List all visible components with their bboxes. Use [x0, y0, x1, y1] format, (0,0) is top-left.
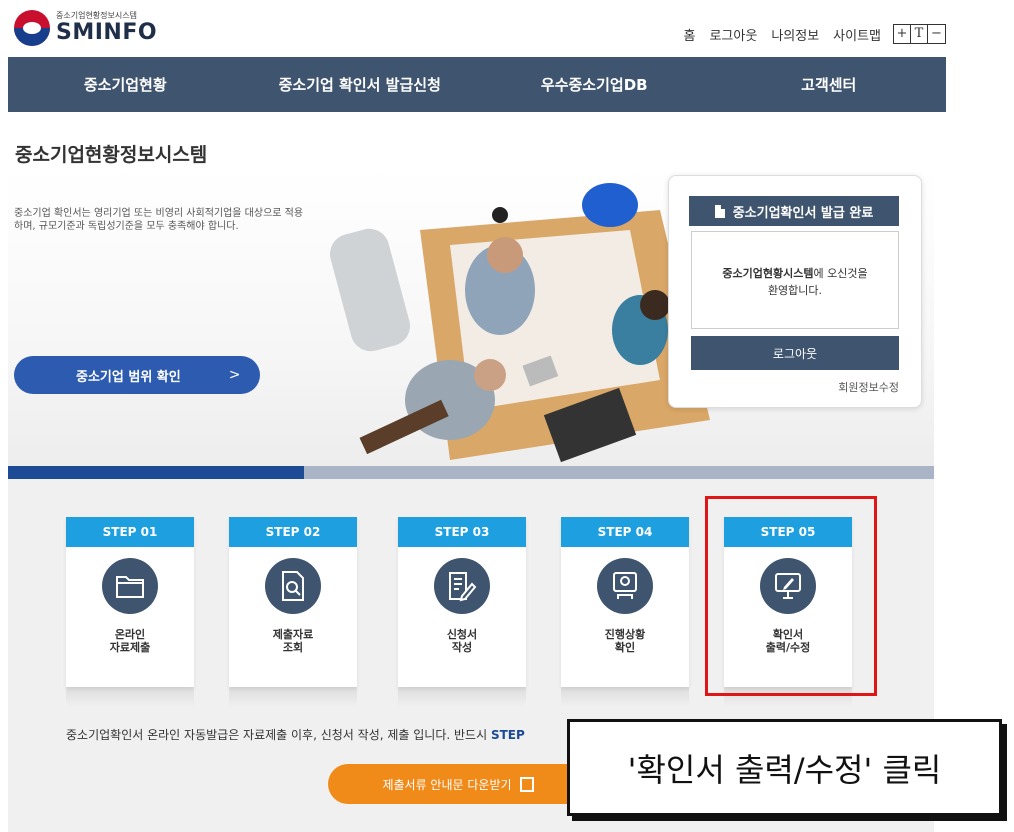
- step-03-label: 신청서 작성: [446, 628, 478, 654]
- nav-excellent-sme-db[interactable]: 우수중소기업DB: [477, 57, 712, 112]
- my-info-link[interactable]: 나의정보: [771, 25, 819, 44]
- font-increase-button[interactable]: +: [894, 25, 911, 43]
- logout-link[interactable]: 로그아웃: [709, 25, 757, 44]
- process-notice-text: 중소기업확인서 온라인 자동발급은 자료제출 이후, 신청서 작성, 제출 입니…: [66, 728, 491, 742]
- step-03-badge: STEP 03: [398, 517, 526, 547]
- login-status-box: 중소기업확인서 발급 완료 중소기업현황시스템에 오신것을 환영합니다. 로그아…: [668, 175, 922, 408]
- step-03-card[interactable]: STEP 03 신청서 작성: [398, 517, 526, 687]
- instruction-callout: '확인서 출력/수정' 클릭: [567, 719, 1002, 816]
- range-button-label: 중소기업 범위 확인: [76, 369, 181, 385]
- download-guide-label: 제출서류 안내문 다운받기: [382, 777, 512, 792]
- utility-links: 홈 로그아웃 나의정보 사이트맵 + T −: [670, 24, 946, 44]
- certificate-issued-header: 중소기업확인서 발급 완료: [689, 196, 899, 226]
- step-04-card[interactable]: STEP 04 진행상황 확인: [561, 517, 689, 687]
- nav-sme-status[interactable]: 중소기업현황: [8, 57, 243, 112]
- nav-customer-center[interactable]: 고객센터: [712, 57, 947, 112]
- font-reset-button[interactable]: T: [911, 25, 928, 43]
- font-size-controls: + T −: [893, 24, 946, 44]
- step-01-card[interactable]: STEP 01 온라인 자료제출: [66, 517, 194, 687]
- welcome-system-name: 중소기업현황시스템: [722, 267, 814, 280]
- logo-title: SMINFO: [56, 20, 158, 45]
- hero-progress-fill: [8, 466, 305, 479]
- step-02-label: 제출자료 조회: [272, 628, 314, 654]
- sme-range-check-button[interactable]: 중소기업 범위 확인 >: [14, 356, 260, 394]
- step-02-card[interactable]: STEP 02 제출자료 조회: [229, 517, 357, 687]
- chevron-right-icon: >: [228, 367, 241, 383]
- taegeuk-logo-icon: [14, 10, 50, 46]
- logout-button[interactable]: 로그아웃: [691, 336, 899, 370]
- sitemap-link[interactable]: 사이트맵: [833, 25, 881, 44]
- top-header: 중소기업현황정보시스템 SMINFO 홈 로그아웃 나의정보 사이트맵 + T …: [0, 0, 946, 57]
- document-edit-icon: [434, 558, 490, 614]
- document-icon: [714, 204, 725, 218]
- document-search-icon: [265, 558, 321, 614]
- process-notice: 중소기업확인서 온라인 자동발급은 자료제출 이후, 신청서 작성, 제출 입니…: [66, 726, 525, 743]
- welcome-text-line2: 환영합니다.: [767, 284, 823, 297]
- welcome-message: 중소기업현황시스템에 오신것을 환영합니다.: [691, 231, 899, 329]
- process-notice-step: STEP: [490, 728, 525, 742]
- certificate-issued-title: 중소기업확인서 발급 완료: [732, 205, 874, 221]
- meeting-illustration: [329, 183, 710, 463]
- monitor-person-icon: [597, 558, 653, 614]
- step-04-badge: STEP 04: [561, 517, 689, 547]
- font-decrease-button[interactable]: −: [928, 25, 945, 43]
- pdf-icon: [519, 776, 534, 792]
- step-04-label: 진행상황 확인: [604, 628, 646, 654]
- nav-certificate-apply[interactable]: 중소기업 확인서 발급신청: [243, 57, 478, 112]
- member-info-edit-link[interactable]: 회원정보수정: [838, 379, 899, 395]
- welcome-text: 에 오신것을: [813, 267, 868, 280]
- step-05-highlight-box: [705, 496, 877, 696]
- step-01-badge: STEP 01: [66, 517, 194, 547]
- hero-description: 중소기업 확인서는 영리기업 또는 비영리 사회적기업을 대상으로 적용하며, …: [14, 208, 304, 232]
- step-02-badge: STEP 02: [229, 517, 357, 547]
- main-nav: 중소기업현황 중소기업 확인서 발급신청 우수중소기업DB 고객센터: [8, 57, 946, 112]
- page-title: 중소기업현황정보시스템: [15, 144, 208, 166]
- step-01-label: 온라인 자료제출: [109, 628, 151, 654]
- sminfo-logo[interactable]: 중소기업현황정보시스템 SMINFO: [14, 10, 157, 46]
- folder-icon: [102, 558, 158, 614]
- hero-progress-bar: [8, 466, 934, 479]
- home-link[interactable]: 홈: [684, 25, 696, 44]
- download-guide-button[interactable]: 제출서류 안내문 다운받기: [328, 764, 588, 804]
